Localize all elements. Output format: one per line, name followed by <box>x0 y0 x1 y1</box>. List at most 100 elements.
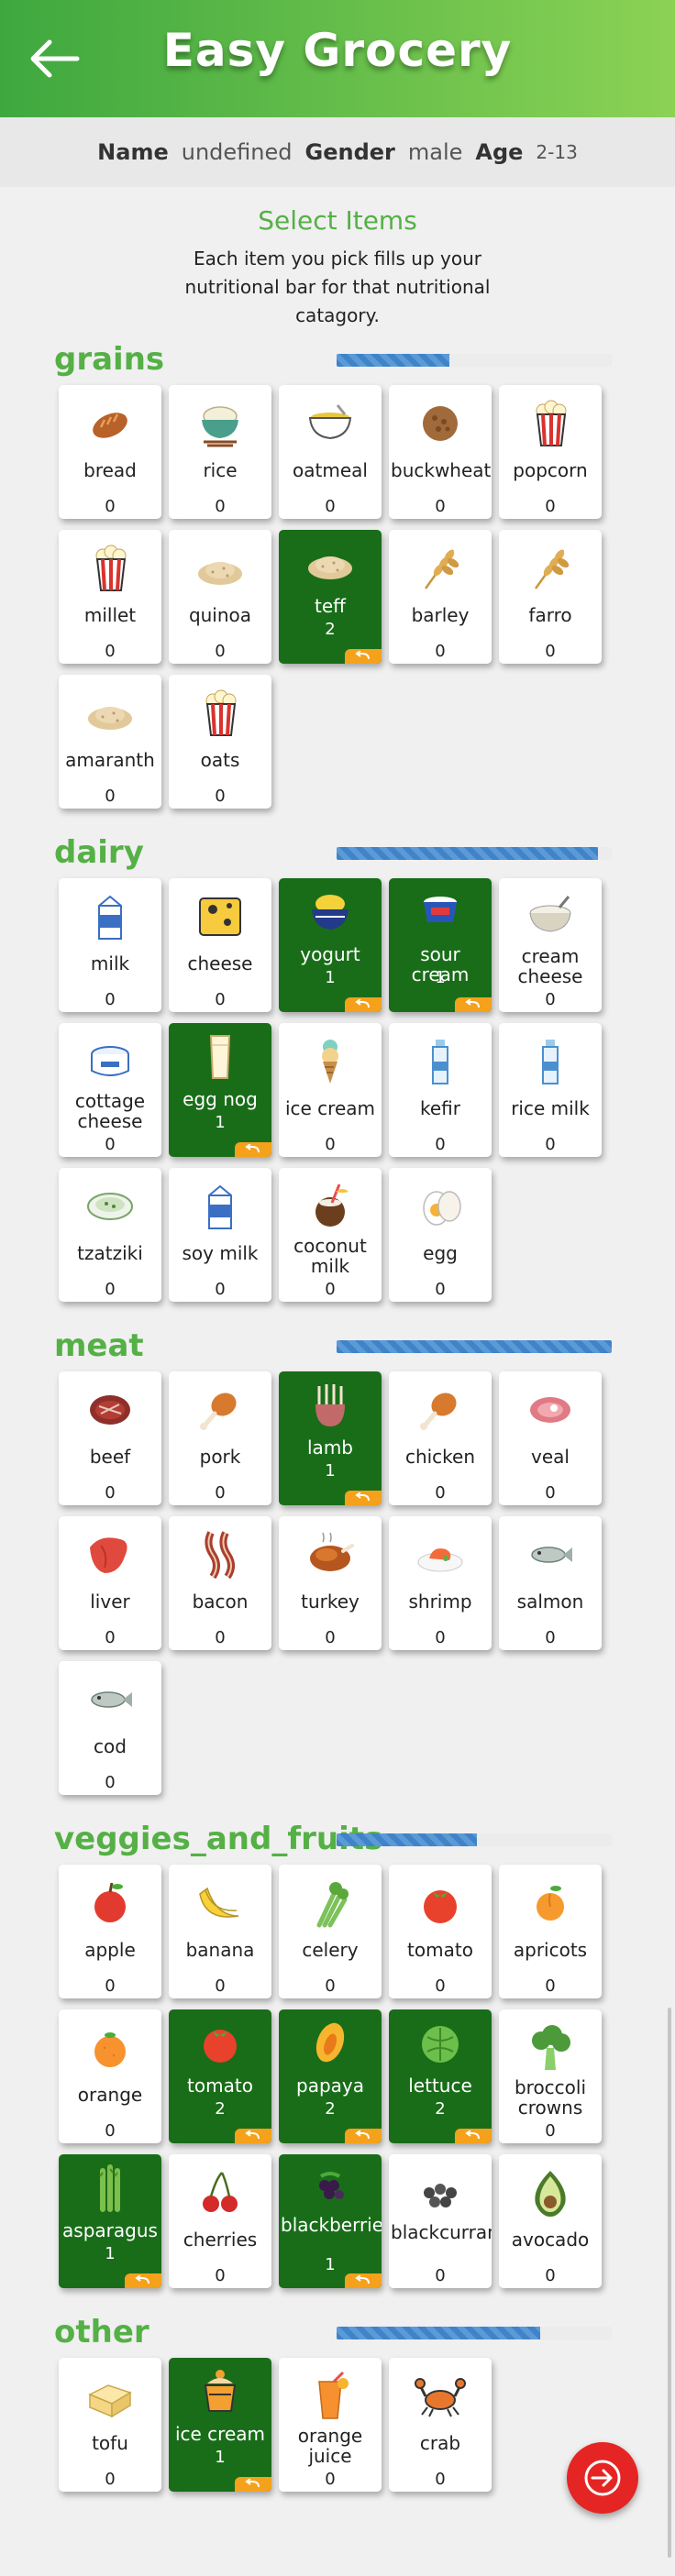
item-card-blackcurrants[interactable]: blackcurrants 0 <box>389 2154 492 2288</box>
item-count: 0 <box>325 2470 336 2489</box>
item-card-broccoli-crowns[interactable]: broccoli crowns 0 <box>499 2009 602 2143</box>
item-card-ice-cream[interactable]: ice cream 0 <box>279 1023 382 1157</box>
undo-button[interactable] <box>235 2129 271 2143</box>
coconut-drink-icon <box>279 1179 382 1234</box>
bread-icon <box>59 396 161 451</box>
item-card-bacon[interactable]: bacon 0 <box>169 1516 271 1650</box>
shrimp-plate-icon <box>389 1527 492 1582</box>
item-card-orange[interactable]: orange 0 <box>59 2009 161 2143</box>
item-card-sour-cream[interactable]: sour cream 1 <box>389 878 492 1012</box>
item-name: cream cheese <box>517 945 583 987</box>
item-card-coconut-milk[interactable]: coconut milk 0 <box>279 1168 382 1302</box>
yogurt-bowl-icon <box>279 884 382 939</box>
item-card-banana[interactable]: banana 0 <box>169 1865 271 1998</box>
undo-icon <box>355 999 370 1008</box>
item-card-millet[interactable]: millet 0 <box>59 530 161 664</box>
undo-button[interactable] <box>455 2129 492 2143</box>
item-card-milk[interactable]: milk 0 <box>59 878 161 1012</box>
age-value: 2-13 <box>536 141 578 163</box>
item-card-tomato[interactable]: tomato 2 <box>169 2009 271 2143</box>
item-card-cheese[interactable]: cheese 0 <box>169 878 271 1012</box>
item-card-apricots[interactable]: apricots 0 <box>499 1865 602 1998</box>
item-card-cod[interactable]: cod 0 <box>59 1661 161 1795</box>
item-count: 1 <box>215 2448 226 2467</box>
item-card-quinoa[interactable]: quinoa 0 <box>169 530 271 664</box>
item-card-shrimp[interactable]: shrimp 0 <box>389 1516 492 1650</box>
item-card-tomato[interactable]: tomato 0 <box>389 1865 492 1998</box>
item-card-salmon[interactable]: salmon 0 <box>499 1516 602 1650</box>
undo-button[interactable] <box>345 2129 382 2143</box>
item-card-beef[interactable]: beef 0 <box>59 1371 161 1505</box>
item-name: tofu <box>92 2432 128 2454</box>
item-card-orange-juice[interactable]: orange juice 0 <box>279 2358 382 2492</box>
item-card-yogurt[interactable]: yogurt 1 <box>279 878 382 1012</box>
item-card-liver[interactable]: liver 0 <box>59 1516 161 1650</box>
undo-button[interactable] <box>125 2273 161 2288</box>
item-name: celery <box>302 1939 359 1961</box>
item-card-papaya[interactable]: papaya 2 <box>279 2009 382 2143</box>
item-card-veal[interactable]: veal 0 <box>499 1371 602 1505</box>
oatmeal-bowl-icon <box>279 396 382 451</box>
item-card-rice-milk[interactable]: rice milk 0 <box>499 1023 602 1157</box>
item-name: rice milk <box>511 1097 590 1119</box>
item-card-amaranth[interactable]: amaranth 0 <box>59 675 161 809</box>
item-card-lamb[interactable]: lamb 1 <box>279 1371 382 1505</box>
item-card-soy-milk[interactable]: soy milk 0 <box>169 1168 271 1302</box>
item-card-pork[interactable]: pork 0 <box>169 1371 271 1505</box>
grain-pile-icon <box>169 541 271 596</box>
item-card-celery[interactable]: celery 0 <box>279 1865 382 1998</box>
item-count: 1 <box>435 968 446 987</box>
next-button[interactable] <box>567 2442 638 2514</box>
item-name: shrimp <box>408 1591 472 1613</box>
item-count: 0 <box>105 1976 116 1996</box>
item-count: 0 <box>105 1483 116 1503</box>
item-card-crab[interactable]: crab 0 <box>389 2358 492 2492</box>
item-card-cream-cheese[interactable]: cream cheese 0 <box>499 878 602 1012</box>
undo-button[interactable] <box>235 2477 271 2492</box>
item-card-buckwheat[interactable]: buckwheat 0 <box>389 385 492 519</box>
item-count: 0 <box>105 497 116 516</box>
item-count: 0 <box>435 497 446 516</box>
tzatziki-tub-icon <box>59 1179 161 1234</box>
egg-icon <box>389 1179 492 1234</box>
item-card-apple[interactable]: apple 0 <box>59 1865 161 1998</box>
item-card-bread[interactable]: bread 0 <box>59 385 161 519</box>
item-count: 0 <box>105 2121 116 2141</box>
item-name: papaya <box>296 2075 364 2097</box>
item-name: crab <box>419 2432 461 2454</box>
item-card-tofu[interactable]: tofu 0 <box>59 2358 161 2492</box>
item-card-lettuce[interactable]: lettuce 2 <box>389 2009 492 2143</box>
item-card-popcorn[interactable]: popcorn 0 <box>499 385 602 519</box>
item-card-kefir[interactable]: kefir 0 <box>389 1023 492 1157</box>
item-card-ice-cream[interactable]: ice cream 1 <box>169 2358 271 2492</box>
item-card-oats[interactable]: oats 0 <box>169 675 271 809</box>
tomato-icon <box>169 2015 271 2070</box>
item-card-avocado[interactable]: avocado 0 <box>499 2154 602 2288</box>
undo-button[interactable] <box>235 1142 271 1157</box>
item-card-asparagus[interactable]: asparagus 1 <box>59 2154 161 2288</box>
undo-button[interactable] <box>345 649 382 664</box>
orange-icon <box>59 2020 161 2075</box>
item-card-farro[interactable]: farro 0 <box>499 530 602 664</box>
item-card-rice[interactable]: rice 0 <box>169 385 271 519</box>
undo-button[interactable] <box>455 997 492 1012</box>
scrollbar[interactable] <box>668 2008 671 2558</box>
item-card-egg-nog[interactable]: egg nog 1 <box>169 1023 271 1157</box>
item-card-chicken[interactable]: chicken 0 <box>389 1371 492 1505</box>
item-card-oatmeal[interactable]: oatmeal 0 <box>279 385 382 519</box>
undo-button[interactable] <box>345 1491 382 1505</box>
item-count: 0 <box>435 2470 446 2489</box>
undo-icon <box>355 2130 370 2140</box>
item-card-teff[interactable]: teff 2 <box>279 530 382 664</box>
item-card-egg[interactable]: egg 0 <box>389 1168 492 1302</box>
item-card-cherries[interactable]: cherries 0 <box>169 2154 271 2288</box>
item-count: 0 <box>325 1280 336 1299</box>
item-card-cottage-cheese[interactable]: cottage cheese 0 <box>59 1023 161 1157</box>
item-card-turkey[interactable]: turkey 0 <box>279 1516 382 1650</box>
undo-button[interactable] <box>345 2273 382 2288</box>
undo-button[interactable] <box>345 997 382 1012</box>
item-card-blackberries[interactable]: blackberries 1 <box>279 2154 382 2288</box>
intro-title: Select Items <box>258 205 417 236</box>
item-card-barley[interactable]: barley 0 <box>389 530 492 664</box>
item-card-tzatziki[interactable]: tzatziki 0 <box>59 1168 161 1302</box>
